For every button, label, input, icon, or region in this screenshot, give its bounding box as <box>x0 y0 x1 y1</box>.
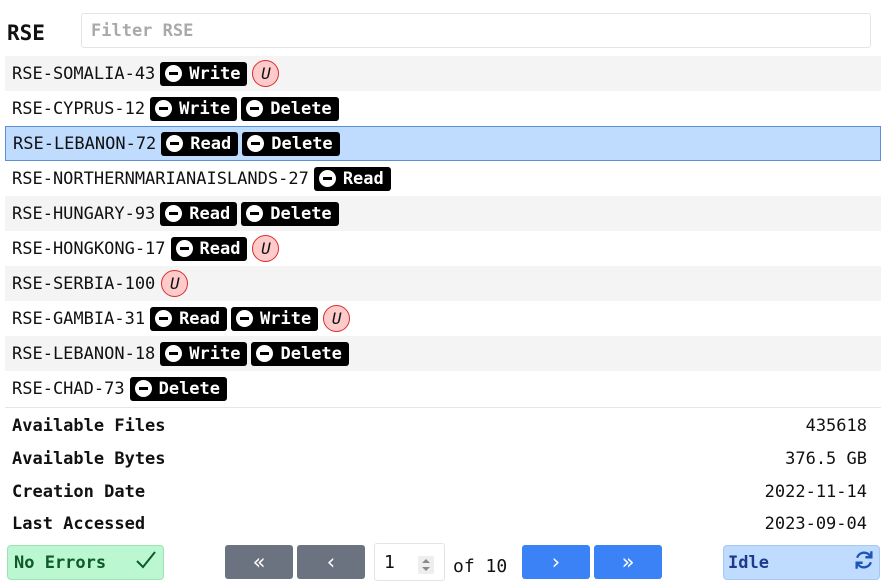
availability-badge: Read <box>170 236 248 261</box>
minus-circle-icon <box>165 345 183 362</box>
minus-circle-icon <box>155 100 173 117</box>
minus-circle-icon <box>165 65 183 82</box>
next-page-button[interactable]: › <box>522 545 590 579</box>
minus-circle-icon <box>247 135 265 152</box>
minus-circle-icon <box>165 205 183 222</box>
page-number-input[interactable]: 1 <box>374 543 445 581</box>
rse-name: RSE-SERBIA-100 <box>12 273 156 294</box>
rse-name: RSE-NORTHERNMARIANAISLANDS-27 <box>12 168 309 189</box>
rse-row[interactable]: RSE-HONGKONG-17 Read U <box>5 231 881 266</box>
checkmark-icon <box>135 550 157 575</box>
rse-row[interactable]: RSE-SOMALIA-43 Write U <box>5 56 881 91</box>
availability-badge-label: Read <box>342 168 384 189</box>
rse-row[interactable]: RSE-LEBANON-72 Read Delete <box>5 126 881 161</box>
rse-row[interactable]: RSE-NORTHERNMARIANAISLANDS-27 Read <box>5 161 881 196</box>
availability-badge-label: Write <box>260 308 312 329</box>
error-status: No Errors <box>7 545 164 580</box>
minus-circle-icon <box>246 205 264 222</box>
prev-page-button[interactable]: ‹ <box>297 545 365 579</box>
minus-circle-icon <box>134 380 152 397</box>
availability-badge: Write <box>160 341 248 366</box>
error-status-label: No Errors <box>14 552 107 573</box>
rse-row[interactable]: RSE-LEBANON-18 Write Delete <box>5 336 881 371</box>
page-count-text: of 10 <box>453 556 508 577</box>
last-page-button[interactable]: » <box>594 545 662 579</box>
availability-badge-label: Delete <box>270 98 332 119</box>
rse-row[interactable]: RSE-HUNGARY-93 Read Delete <box>5 196 881 231</box>
info-label: Available Files <box>12 416 166 436</box>
availability-badge-label: Delete <box>280 343 342 364</box>
info-available-bytes: Available Bytes 376.5 GB <box>12 448 867 470</box>
refresh-icon[interactable] <box>853 549 875 576</box>
availability-badge: Delete <box>251 341 349 366</box>
availability-badge: Read <box>150 306 228 331</box>
availability-badge: Write <box>150 96 238 121</box>
availability-badge: Read <box>160 201 238 226</box>
minus-circle-icon <box>155 310 173 327</box>
info-value: 2023-09-04 <box>764 514 867 534</box>
info-label: Available Bytes <box>12 449 166 469</box>
rse-row[interactable]: RSE-CYPRUS-12 Write Delete <box>5 91 881 126</box>
rse-row[interactable]: RSE-GAMBIA-31 Read Write U <box>5 301 881 336</box>
spinner-icon[interactable] <box>418 556 434 574</box>
availability-badge: Delete <box>241 201 339 226</box>
minus-circle-icon <box>236 310 254 327</box>
availability-badge-label: Write <box>179 98 231 119</box>
availability-badge: Write <box>231 306 319 331</box>
availability-badge: Read <box>313 166 391 191</box>
availability-badge: Read <box>161 131 239 156</box>
minus-circle-icon <box>166 135 184 152</box>
rse-name: RSE-HONGKONG-17 <box>12 238 166 259</box>
unavailable-badge: U <box>323 305 351 332</box>
availability-badge: Delete <box>129 376 228 401</box>
availability-badge-label: Delete <box>271 133 333 154</box>
rse-list: RSE-SOMALIA-43 Write U RSE-CYPRUS-12 Write De… <box>5 56 881 406</box>
availability-badge: Write <box>160 61 248 86</box>
rse-row[interactable]: RSE-SERBIA-100 U <box>5 266 881 301</box>
activity-status-label: Idle <box>728 552 769 573</box>
unavailable-badge: U <box>161 270 189 297</box>
page-title: RSE <box>7 21 45 45</box>
info-value: 435618 <box>805 416 867 436</box>
divider <box>5 407 881 408</box>
minus-circle-icon <box>175 240 193 257</box>
unavailable-badge: U <box>252 60 280 87</box>
info-label: Last Accessed <box>12 514 146 534</box>
rse-name: RSE-GAMBIA-31 <box>12 308 146 329</box>
availability-badge: Delete <box>242 131 340 156</box>
rse-row[interactable]: RSE-CHAD-73 Delete <box>5 371 881 406</box>
unavailable-badge: U <box>252 235 280 262</box>
rse-name: RSE-LEBANON-72 <box>13 133 157 154</box>
page-number-value: 1 <box>384 551 395 573</box>
first-page-button[interactable]: « <box>225 545 293 579</box>
info-last-accessed: Last Accessed 2023-09-04 <box>12 513 867 535</box>
minus-circle-icon <box>318 170 336 187</box>
availability-badge-label: Write <box>189 343 241 364</box>
availability-badge-label: Read <box>179 308 221 329</box>
availability-badge-label: Write <box>189 63 241 84</box>
minus-circle-icon <box>246 100 264 117</box>
availability-badge-label: Delete <box>158 378 221 399</box>
info-creation-date: Creation Date 2022-11-14 <box>12 481 867 503</box>
rse-name: RSE-LEBANON-18 <box>12 343 156 364</box>
filter-rse-input[interactable] <box>81 13 871 48</box>
activity-status: Idle <box>723 545 880 580</box>
rse-name: RSE-HUNGARY-93 <box>12 203 156 224</box>
info-value: 376.5 GB <box>785 449 867 469</box>
rse-name: RSE-SOMALIA-43 <box>12 63 156 84</box>
minus-circle-icon <box>256 345 274 362</box>
info-label: Creation Date <box>12 482 146 502</box>
availability-badge-label: Read <box>190 133 232 154</box>
info-available-files: Available Files 435618 <box>12 415 867 437</box>
availability-badge: Delete <box>241 96 339 121</box>
availability-badge-label: Read <box>189 203 231 224</box>
availability-badge-label: Read <box>199 238 241 259</box>
info-value: 2022-11-14 <box>764 482 867 502</box>
rse-name: RSE-CHAD-73 <box>12 378 125 399</box>
rse-name: RSE-CYPRUS-12 <box>12 98 146 119</box>
availability-badge-label: Delete <box>270 203 332 224</box>
